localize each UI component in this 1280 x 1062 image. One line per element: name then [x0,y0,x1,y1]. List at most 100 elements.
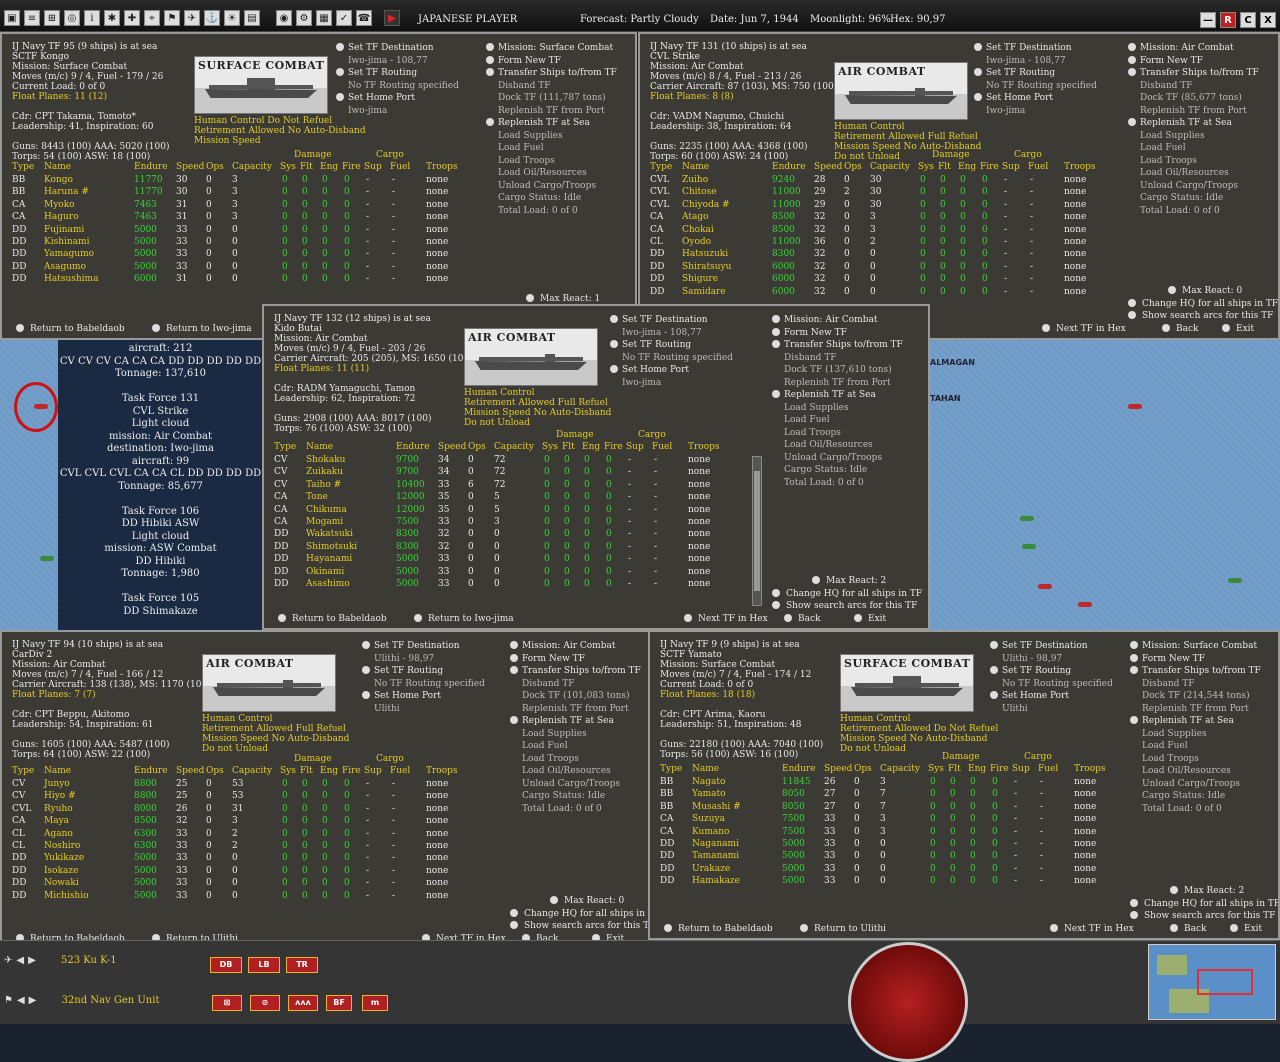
tf-nav-action[interactable]: Return to Babeldaob [664,924,773,934]
column-header-sys[interactable]: Sys [542,442,558,452]
column-header-sup[interactable]: Sup [364,766,382,776]
minimap[interactable] [1148,944,1276,1020]
action-button-2[interactable]: ⊘ [250,995,280,1011]
tf-status-line[interactable]: Mission Speed No Auto-Disband [202,734,349,744]
column-header-fuel[interactable]: Fuel [652,442,672,452]
command-item[interactable]: Form New TF [510,653,641,666]
column-header-speed[interactable]: Speed [824,764,852,774]
prev-arrow-icon[interactable]: ◀ [17,995,25,1006]
command-item[interactable]: Replenish TF at Sea [486,117,617,130]
tf-name[interactable]: SCTF Yamato [660,650,722,660]
tf-status-line[interactable]: Do not Unload [202,744,268,754]
command-item[interactable]: Transfer Ships to/from TF [486,67,617,80]
ship-row[interactable]: CL Oyodo 11000 36 0 2 0 0 0 0 - - none [640,236,1262,248]
medical-icon[interactable]: ✚ [124,10,140,26]
ship-marker[interactable] [1128,404,1142,409]
column-header-speed[interactable]: Speed [438,442,466,452]
column-header-name[interactable]: Name [306,442,333,452]
tf-status-line[interactable]: Human Control [464,388,535,398]
column-header-sup[interactable]: Sup [364,162,382,172]
ship-marker[interactable] [1022,544,1036,549]
tf-nav-action[interactable]: Return to Babeldaob [278,614,387,624]
column-header-ops[interactable]: Ops [844,162,862,172]
tf-name[interactable]: CarDiv 2 [12,650,52,660]
column-header-flt[interactable]: Flt [562,442,575,452]
ship-row[interactable]: DD Shigure 6000 32 0 0 0 0 0 0 - - none [640,273,1262,285]
bf-button[interactable]: BF [326,995,352,1011]
ship-row[interactable]: DD Asagumo 5000 33 0 0 0 0 0 0 - - none [2,261,619,273]
options-icon[interactable]: ⚙ [296,10,312,26]
action-button-1[interactable]: ⊠ [212,995,242,1011]
ship-row[interactable]: BB Kongo 11770 30 0 3 0 0 0 0- - none [2,174,619,186]
column-header-eng[interactable]: Eng [320,162,338,172]
ship-row[interactable]: CV Zuikaku 9700 34 0 72 0 0 0 0 - - none [264,466,912,478]
tf-action[interactable]: Max React: 2 [812,576,886,586]
command-item[interactable]: Transfer Ships to/from TF [772,339,903,352]
flag-icon[interactable]: ✱ [104,10,120,26]
tf-nav-action[interactable]: Return to Iwo-jima [414,614,514,624]
tf-nav-action[interactable]: Return to Babeldaob [16,324,125,334]
column-header-troops[interactable]: Troops [1064,162,1096,172]
command-item[interactable]: Mission: Surface Combat [486,42,617,55]
column-header-fuel[interactable]: Fuel [390,162,410,172]
tf-status-line[interactable]: Retirement Allowed Full Refuel [464,398,608,408]
tf-name[interactable]: SCTF Kongo [12,52,69,62]
save-icon[interactable]: ▣ [4,10,20,26]
end-turn-icon[interactable]: ▶ [384,10,400,26]
prev-arrow-icon[interactable]: ◀ [16,955,24,966]
column-header-ops[interactable]: Ops [206,766,224,776]
column-header-capacity[interactable]: Capacity [232,766,272,776]
ship-row[interactable]: DD Hatsuzuki 8300 32 0 0 0 0 0 0 - - none [640,248,1262,260]
command-item[interactable]: Form New TF [486,55,617,68]
column-header-sys[interactable]: Sys [280,766,296,776]
column-header-endure[interactable]: Endure [782,764,816,774]
command-item[interactable]: Mission: Surface Combat [1130,640,1261,653]
command-item[interactable]: Set TF Routing [610,339,733,352]
tf-status-line[interactable]: Mission Speed No Auto-Disband [840,734,987,744]
column-header-sup[interactable]: Sup [626,442,644,452]
ship-row[interactable]: BB Yamato 8050 27 0 7 0 0 0 0 - - none [650,788,1262,800]
next-arrow-icon[interactable]: ▶ [29,995,37,1006]
tf-nav-action[interactable]: Exit [1230,924,1262,934]
column-header-troops[interactable]: Troops [426,766,458,776]
ship-row[interactable]: CVL Chitose 11000 29 2 30 0 0 0 0 - - none [640,186,1262,198]
ship-marker[interactable] [1020,516,1034,521]
command-item[interactable]: Transfer Ships to/from TF [510,665,641,678]
tf-name[interactable]: Kido Butai [274,324,322,334]
tf-nav-action[interactable]: Next TF in Hex [1042,324,1126,334]
command-item[interactable]: Mission: Air Combat [1128,42,1259,55]
ship-row[interactable]: CA Suzuya 7500 33 0 3 0 0 0 0 - - none [650,813,1262,825]
command-item[interactable]: Transfer Ships to/from TF [1130,665,1261,678]
tf-action[interactable]: Max React: 0 [1168,286,1242,296]
ship-row[interactable]: DD Wakatsuki 8300 32 0 0 0 0 0 0 - - none [264,528,912,540]
column-header-flt[interactable]: Flt [300,766,313,776]
command-item[interactable]: Set TF Destination [990,640,1113,653]
column-header-name[interactable]: Name [44,766,71,776]
unit-name[interactable]: 32nd Nav Gen Unit [62,995,160,1006]
tf-nav-action[interactable]: Exit [1222,324,1254,334]
column-header-sup[interactable]: Sup [1012,764,1030,774]
column-header-endure[interactable]: Endure [134,162,168,172]
column-header-fire[interactable]: Fire [990,764,1009,774]
ship-row[interactable]: CV Shokaku 9700 34 0 72 0 0 0 0 - - none [264,454,912,466]
ship-row[interactable]: CL Noshiro 6300 33 0 2 0 0 0 0 - - none [2,840,632,852]
tf-action[interactable]: Max React: 2 [1170,886,1244,896]
command-item[interactable]: Mission: Air Combat [772,314,903,327]
ship-row[interactable]: CA Haguro 7463 31 0 3 0 0 0 0 - - none [2,211,619,223]
tf-status-line[interactable]: Retirement Allowed Full Refuel [202,724,346,734]
column-header-type[interactable]: Type [12,766,34,776]
comms-icon[interactable]: ☎ [356,10,372,26]
command-item[interactable]: Set Home Port [336,92,459,105]
command-item[interactable]: Form New TF [1128,55,1259,68]
ship-row[interactable]: DD Michishio 5000 33 0 0 0 0 0 0 - - none [2,890,632,902]
command-item[interactable]: Form New TF [1130,653,1261,666]
column-header-eng[interactable]: Eng [582,442,600,452]
chart-icon[interactable]: ▤ [244,10,260,26]
tf-nav-action[interactable]: Next TF in Hex [684,614,768,624]
next-arrow-icon[interactable]: ▶ [28,955,36,966]
tf-status-line[interactable]: Human Control [202,714,273,724]
ship-row[interactable]: CA Atago 8500 32 0 3 0 0 0 0 - - none [640,211,1262,223]
tf-status-line[interactable]: Mission Speed [194,136,261,146]
ship-row[interactable]: CA Tone 12000 35 0 5 0 0 0 0 - - none [264,491,912,503]
column-header-type[interactable]: Type [660,764,682,774]
